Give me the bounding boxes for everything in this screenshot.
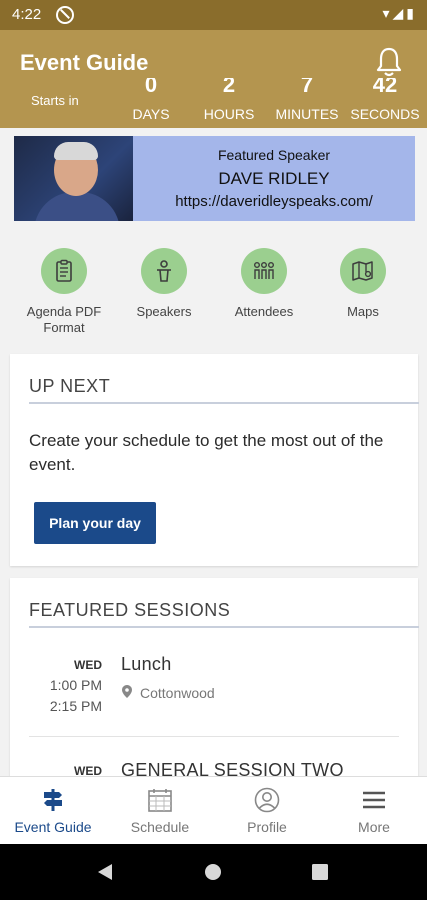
tab-event-guide[interactable]: Event Guide (0, 777, 106, 845)
session-end-time: 2:15 PM (49, 698, 102, 714)
countdown-minutes: 7 MINUTES (262, 78, 352, 122)
quick-action-label: Speakers (136, 304, 192, 319)
system-nav-bar (0, 844, 427, 900)
hamburger-menu-icon (363, 791, 385, 809)
featured-sessions-card: FEATURED SESSIONS WED 1:00 PM 2:15 PM Lu… (10, 578, 419, 780)
maps-button[interactable]: Maps (313, 248, 413, 320)
starts-in-label: Starts in (31, 93, 79, 108)
agenda-pdf-button[interactable]: Agenda PDF Format (14, 248, 114, 336)
recents-icon[interactable] (312, 864, 328, 880)
tab-schedule[interactable]: Schedule (107, 777, 213, 845)
speakers-button[interactable]: Speakers (114, 248, 214, 320)
clipboard-icon (41, 248, 87, 294)
countdown-unit: MINUTES (275, 106, 339, 122)
status-time: 4:22 (12, 6, 42, 23)
countdown-number: 2 (222, 78, 236, 97)
bell-icon[interactable] (375, 46, 403, 78)
app-header: Event Guide Starts in 0 DAYS 2 HOURS 7 M… (0, 30, 427, 128)
countdown-number: 7 (300, 78, 314, 97)
back-icon[interactable] (96, 863, 114, 881)
divider (29, 736, 399, 737)
countdown-number: 42 (372, 78, 398, 97)
tab-label: Profile (247, 819, 287, 835)
up-next-text: Create your schedule to get the most out… (29, 431, 384, 474)
quick-action-label: Attendees (234, 304, 294, 319)
speaker-url: https://daveridleyspeaks.com/ (175, 193, 373, 210)
divider (29, 402, 419, 404)
page-title: Event Guide (20, 50, 149, 75)
status-bar: 4:22 ▾◢▮ (0, 0, 427, 30)
map-icon (340, 248, 386, 294)
tab-label: Schedule (130, 819, 190, 835)
countdown-seconds: 42 SECONDS (340, 78, 427, 122)
session-start-time: 1:00 PM (49, 677, 102, 693)
status-icons: ▾◢▮ (382, 5, 417, 21)
people-icon (241, 248, 287, 294)
countdown-days: 0 DAYS (106, 78, 196, 122)
do-not-disturb-icon (56, 6, 74, 24)
countdown-number: 0 (144, 78, 158, 97)
session-location: Cottonwood (140, 685, 215, 701)
speaker-podium-icon (141, 248, 187, 294)
tab-label: More (358, 819, 390, 835)
attendees-button[interactable]: Attendees (214, 248, 314, 320)
calendar-icon (148, 789, 172, 812)
tab-more[interactable]: More (321, 777, 427, 845)
session-title: Lunch (121, 654, 172, 674)
location-pin-icon (122, 685, 132, 698)
banner-label: Featured Speaker (217, 147, 331, 163)
countdown-unit: SECONDS (350, 106, 420, 122)
featured-sessions-title: FEATURED SESSIONS (29, 600, 231, 620)
countdown-unit: DAYS (132, 106, 170, 122)
divider (29, 626, 419, 628)
tab-profile[interactable]: Profile (214, 777, 320, 845)
session-day: WED (74, 658, 102, 672)
plan-your-day-button[interactable]: Plan your day (34, 502, 156, 544)
quick-action-label: Maps (347, 304, 379, 319)
home-icon[interactable] (204, 863, 222, 881)
countdown-hours: 2 HOURS (184, 78, 274, 122)
tab-label: Event Guide (14, 819, 92, 835)
profile-icon (254, 787, 280, 813)
speaker-name: DAVE RIDLEY (218, 169, 330, 188)
up-next-title: UP NEXT (29, 376, 111, 396)
speaker-photo (14, 136, 133, 221)
signpost-icon (44, 789, 62, 811)
countdown-unit: HOURS (203, 106, 255, 122)
featured-speaker-banner[interactable]: Featured Speaker DAVE RIDLEY https://dav… (14, 136, 415, 221)
up-next-card: UP NEXT Create your schedule to get the … (10, 354, 419, 566)
bottom-tab-bar: Event Guide Schedule Profile More (0, 776, 427, 845)
quick-action-label: Agenda PDF Format (26, 304, 102, 335)
